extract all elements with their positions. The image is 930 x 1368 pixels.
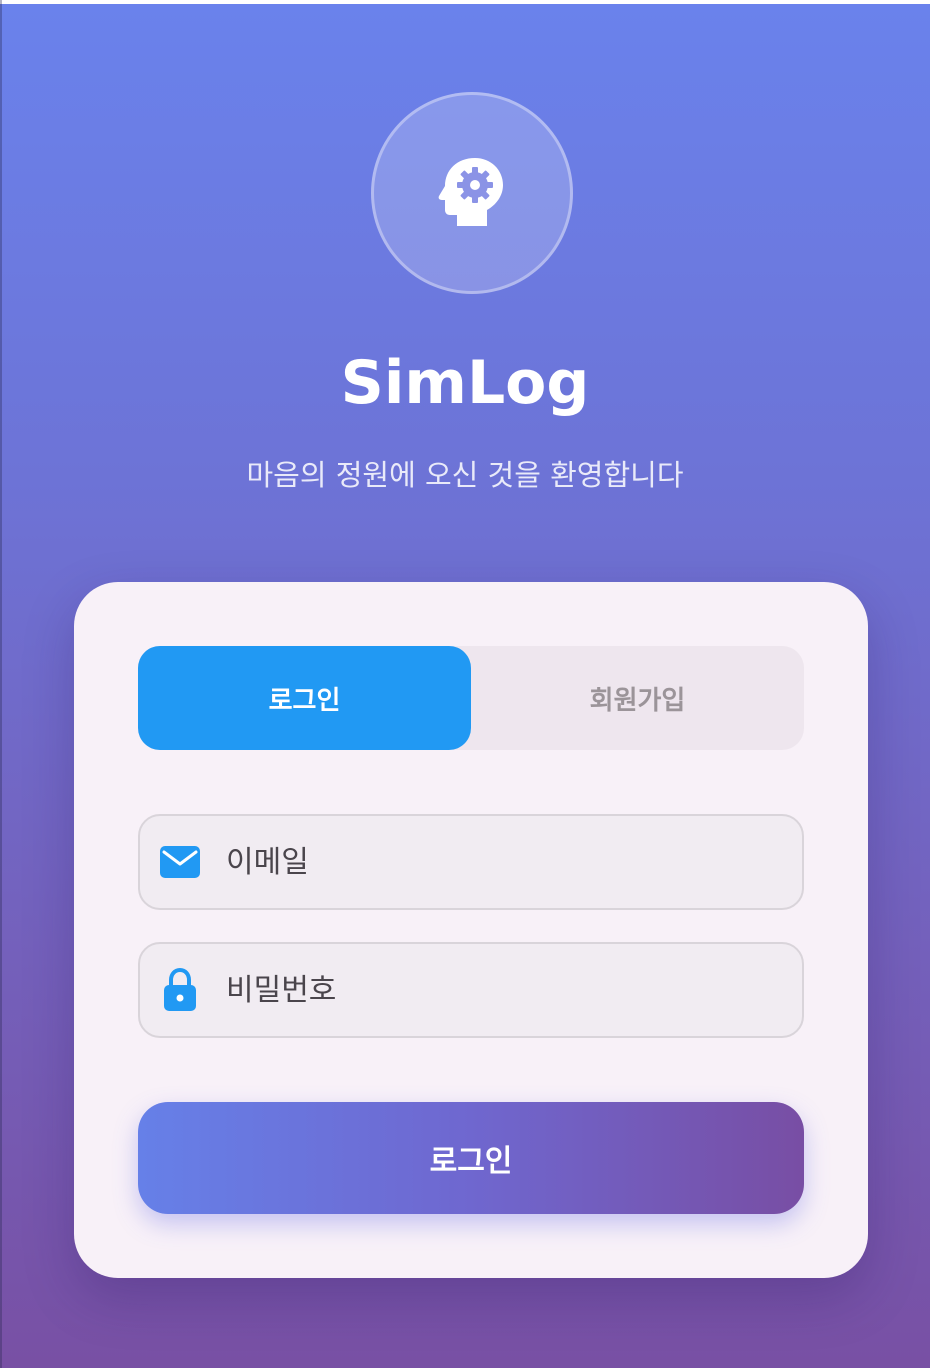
tab-login[interactable]: 로그인 bbox=[138, 646, 471, 750]
auth-card: 로그인 회원가입 로그인 bbox=[74, 582, 868, 1278]
email-field[interactable] bbox=[138, 814, 804, 910]
tab-signup[interactable]: 회원가입 bbox=[471, 646, 804, 750]
window-top-edge bbox=[0, 0, 930, 4]
window-left-edge bbox=[0, 0, 2, 1368]
login-button[interactable]: 로그인 bbox=[138, 1102, 804, 1214]
mail-icon bbox=[158, 840, 202, 884]
head-gear-icon bbox=[435, 154, 509, 232]
auth-tabs: 로그인 회원가입 bbox=[138, 646, 804, 750]
welcome-subtitle: 마음의 정원에 오신 것을 환영합니다 bbox=[246, 458, 684, 492]
password-input[interactable] bbox=[224, 959, 768, 1021]
email-input[interactable] bbox=[224, 831, 768, 893]
lock-icon bbox=[158, 968, 202, 1012]
password-field[interactable] bbox=[138, 942, 804, 1038]
app-title: SimLog bbox=[340, 348, 590, 418]
logo-badge bbox=[371, 92, 573, 294]
